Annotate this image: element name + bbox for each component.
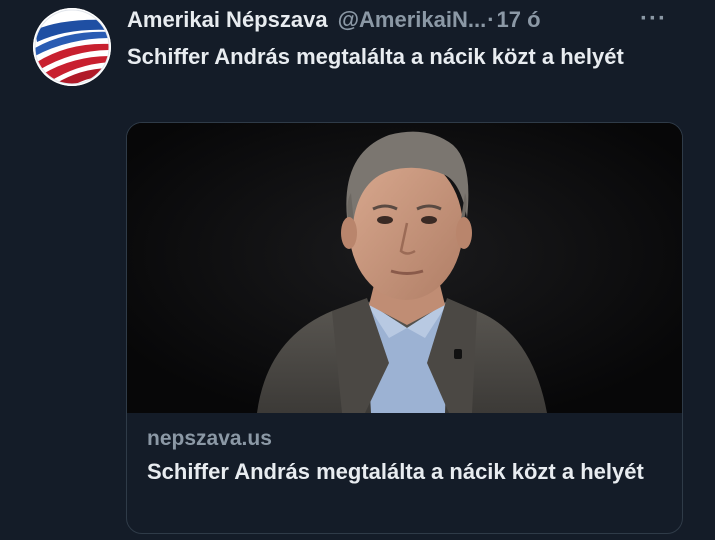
- link-card[interactable]: nepszava.us Schiffer András megtalálta a…: [126, 122, 683, 534]
- flag-stripes-logo-icon: [33, 8, 111, 86]
- tweet[interactable]: Amerikai Népszava @AmerikaiN... · 17 ó ·…: [0, 0, 715, 540]
- author-handle[interactable]: @AmerikaiN...: [338, 7, 487, 33]
- man-portrait-photo: [127, 123, 682, 413]
- card-image[interactable]: [127, 123, 682, 413]
- card-domain[interactable]: nepszava.us: [147, 423, 662, 455]
- tweet-text: Schiffer András megtalálta a nácik közt …: [127, 44, 624, 69]
- more-horizontal-icon[interactable]: ···: [640, 5, 667, 33]
- author-display-name[interactable]: Amerikai Népszava: [127, 7, 328, 33]
- card-title[interactable]: Schiffer András megtalálta a nácik közt …: [147, 456, 662, 487]
- card-meta: nepszava.us Schiffer András megtalálta a…: [147, 423, 662, 487]
- avatar[interactable]: [33, 8, 111, 86]
- separator-dot: ·: [487, 7, 495, 32]
- tweet-timestamp[interactable]: 17 ó: [497, 7, 541, 33]
- tweet-header: Amerikai Népszava @AmerikaiN... · 17 ó ·…: [127, 5, 685, 35]
